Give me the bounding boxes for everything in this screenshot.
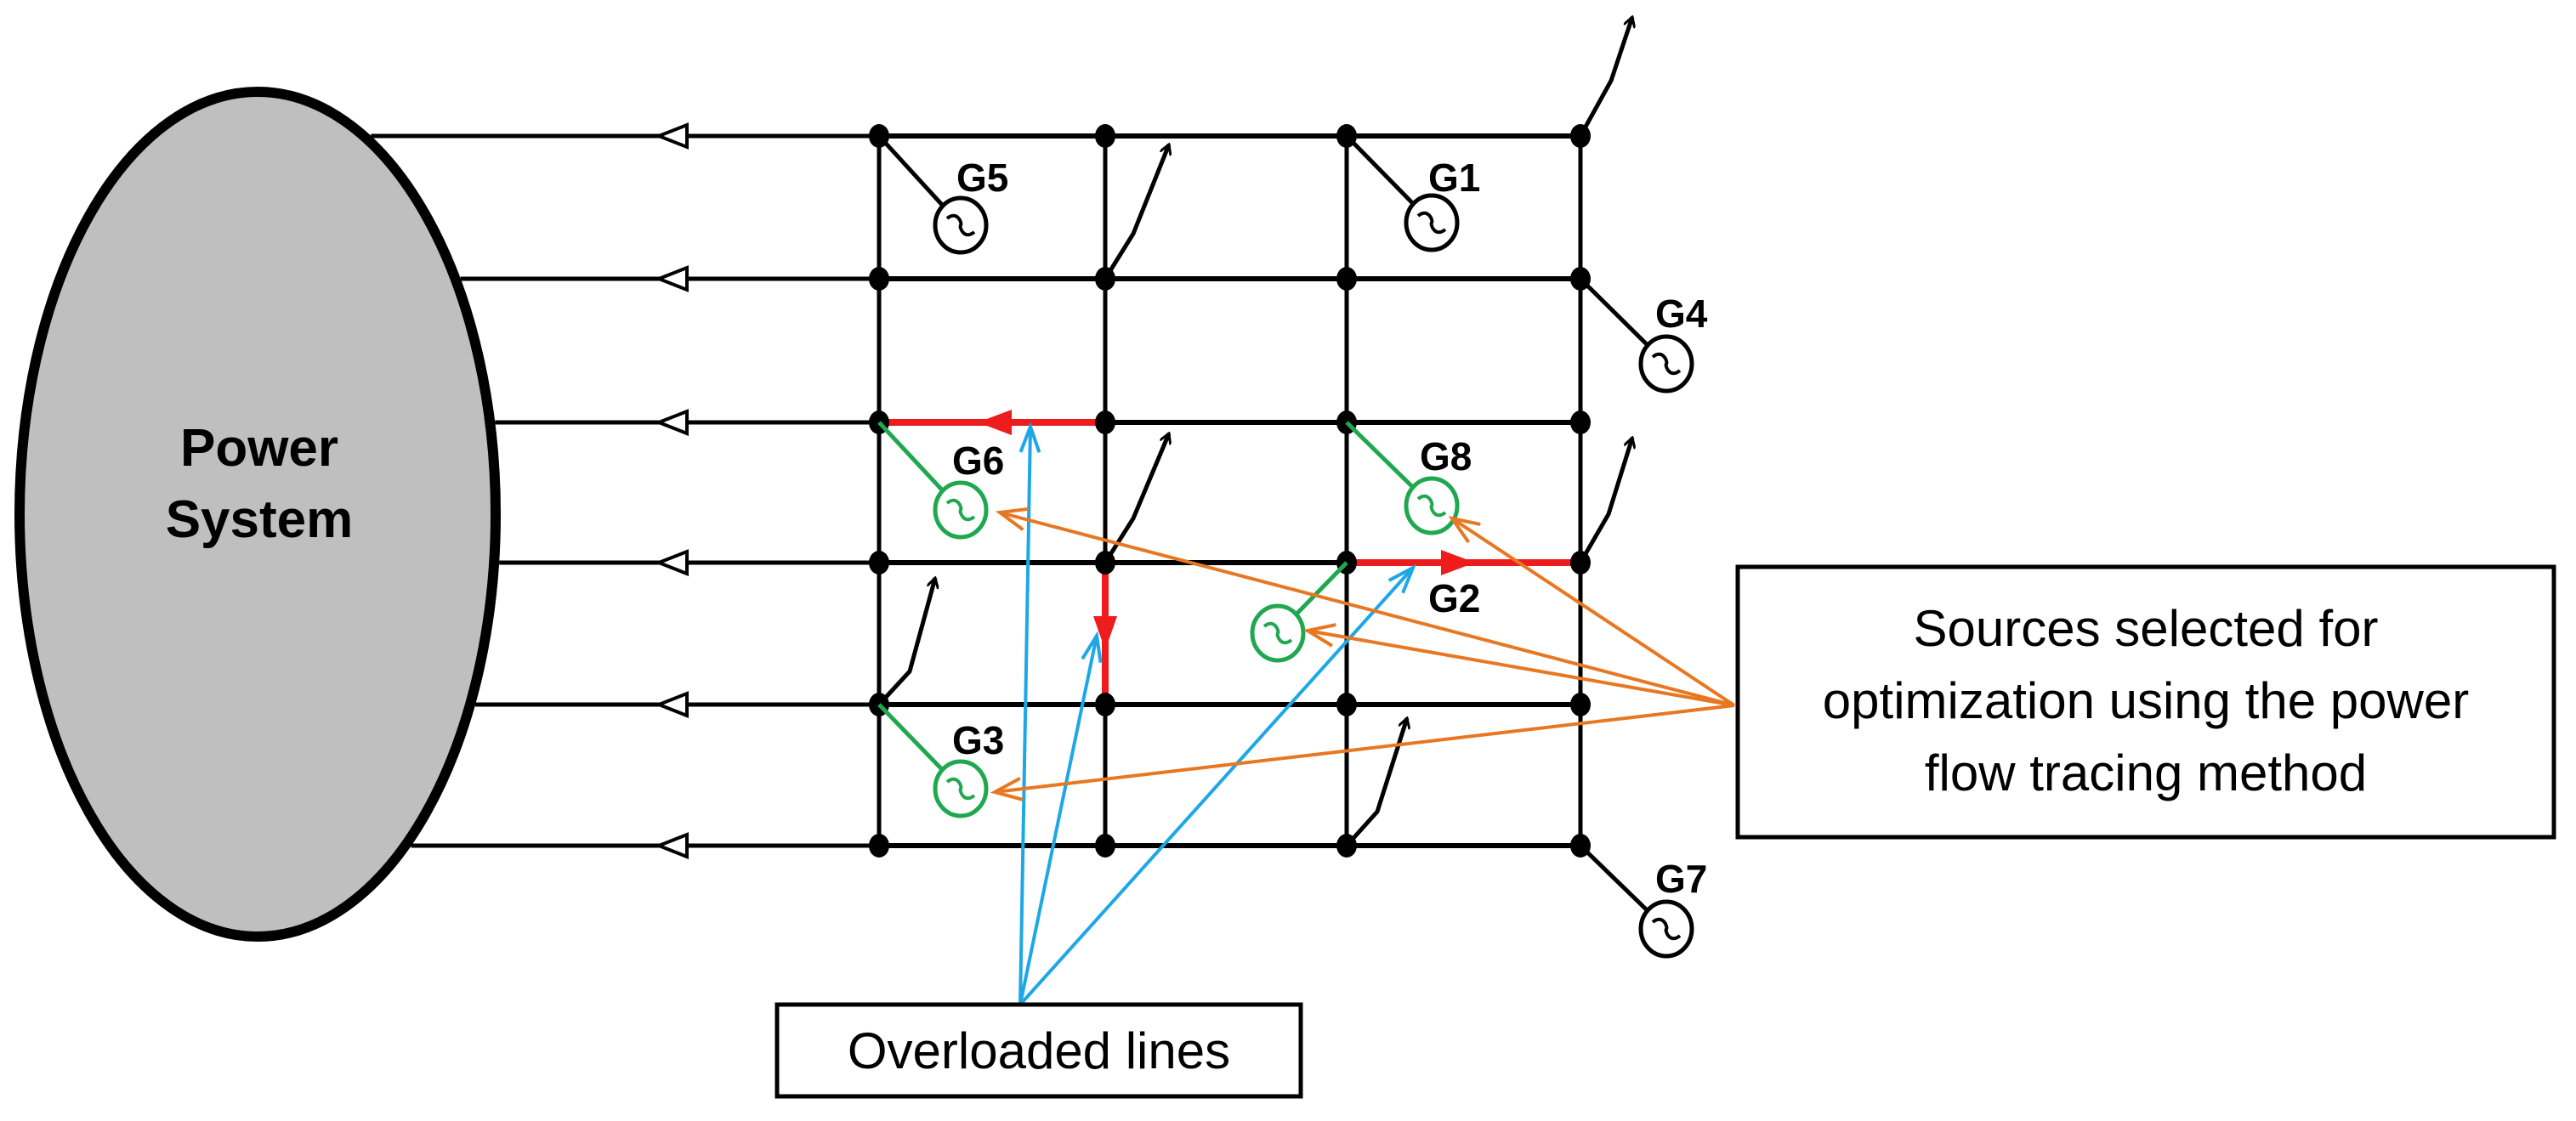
bus-node (1095, 834, 1115, 858)
bus-node (1095, 410, 1115, 434)
overloaded-callout-label: Overloaded lines (848, 1022, 1230, 1079)
source-pointer-arrow (1448, 516, 1736, 707)
overloaded-line-1-arrow (978, 410, 1012, 435)
overloaded-callout: Overloaded lines (775, 1002, 1303, 1099)
sources-callout-line1: Sources selected for (1914, 600, 2379, 657)
generator-connection (1579, 844, 1650, 913)
sources-callout-line3: flow tracing method (1925, 745, 2367, 801)
bus-node (869, 551, 889, 575)
load-arrow-icon (1345, 718, 1407, 847)
generator-label: G7 (1655, 857, 1707, 901)
pointer-arrowhead-icon (1448, 516, 1481, 544)
bus-node (1336, 693, 1357, 716)
power-network-diagram: Power System G5 G1 G4 G6 G8 G2 G3 G7 Sources se… (14, 0, 2556, 1099)
power-system-label-line1: Power (180, 419, 338, 478)
load-arrow-icon (1103, 144, 1169, 280)
source-pointer-arrow (1302, 623, 1735, 707)
source-pointer-arrow (995, 507, 1735, 707)
load-arrow-icon (877, 578, 935, 706)
generator-g6: G6 (877, 421, 1004, 540)
generator-connection (877, 134, 945, 208)
generator-g1: G1 (1345, 134, 1480, 252)
generator-g7: G7 (1579, 844, 1707, 959)
generator-connection (1294, 561, 1348, 617)
bus-node (1095, 124, 1115, 148)
bus-node (869, 267, 889, 291)
generator-g8: G8 (1345, 421, 1472, 535)
generator-label: G6 (952, 439, 1004, 483)
generator-connection (1345, 421, 1416, 490)
load-arrow-icon (1578, 17, 1632, 138)
bus-node (1570, 693, 1591, 716)
flow-direction-arrow-icon (654, 409, 689, 436)
bus-node (1095, 693, 1115, 716)
overloaded-pointer-arrow (1018, 422, 1041, 1005)
bus-node (869, 834, 889, 858)
pointer-line (1018, 635, 1098, 1005)
flow-direction-arrow-icon (654, 832, 689, 859)
generator-connection (877, 421, 945, 493)
flow-direction-arrow-icon (654, 122, 689, 150)
generator-label: G5 (956, 156, 1008, 200)
generator-connection (1345, 134, 1416, 207)
generator-g4: G4 (1579, 277, 1708, 393)
generator-label: G2 (1428, 576, 1480, 620)
power-system-node: Power System (14, 87, 501, 942)
pointer-line (1450, 517, 1736, 707)
overloaded-pointer-arrow (1018, 631, 1103, 1005)
generator-label: G8 (1420, 434, 1472, 478)
pointer-line (1018, 426, 1032, 1005)
generator-connection (1579, 277, 1650, 348)
generator-connection (877, 703, 945, 773)
generators: G5 G1 G4 G6 G8 G2 G3 G7 (877, 134, 1708, 959)
flow-direction-arrow-icon (654, 265, 689, 292)
generator-label: G4 (1655, 292, 1708, 336)
power-system-label-line2: System (166, 490, 354, 549)
bus-node (1336, 267, 1357, 291)
sources-callout-line2: optimization using the power (1823, 672, 2469, 729)
flow-direction-arrow-icon (654, 691, 689, 718)
generator-label: G1 (1428, 156, 1480, 200)
pointer-line (1307, 629, 1735, 707)
bus-node (1570, 410, 1591, 434)
overloaded-pointers (1018, 422, 1416, 1006)
generator-g5: G5 (877, 134, 1008, 255)
flow-direction-arrow-icon (654, 549, 689, 576)
overloaded-line-3-arrow (1441, 550, 1475, 575)
sources-callout: Sources selected for optimization using … (1735, 564, 2556, 840)
pointer-line (1018, 566, 1415, 1006)
generator-label: G3 (952, 718, 1004, 762)
overloaded-pointer-arrow (1018, 563, 1416, 1006)
generator-g3: G3 (877, 703, 1004, 818)
generator-g2: G2 (1250, 561, 1480, 663)
load-arrow-icon (1578, 438, 1632, 564)
pointer-line (999, 511, 1735, 707)
